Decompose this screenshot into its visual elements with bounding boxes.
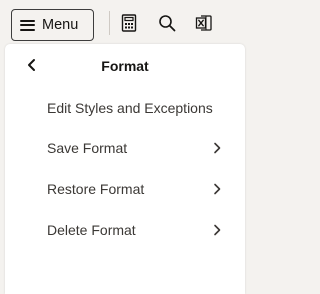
panel-title: Format [101, 58, 149, 74]
format-panel: Format Edit Styles and Exceptions Save F… [5, 44, 245, 294]
menu-item-save-format[interactable]: Save Format [5, 128, 245, 168]
chevron-right-icon [214, 183, 221, 195]
calculator-icon[interactable] [119, 13, 139, 33]
hamburger-icon [20, 19, 35, 31]
menu-item-restore-format[interactable]: Restore Format [5, 169, 245, 209]
menu-item-label: Delete Format [47, 222, 136, 238]
chevron-right-icon [214, 142, 221, 154]
menu-item-delete-format[interactable]: Delete Format [5, 210, 245, 250]
menu-item-label: Save Format [47, 140, 128, 156]
chevron-right-icon [214, 224, 221, 236]
toolbar-divider [109, 11, 110, 35]
menu-button-label: Menu [42, 17, 79, 33]
search-icon[interactable] [157, 13, 177, 33]
menu-item-label: Edit Styles and Exceptions [47, 100, 213, 116]
menu-item-edit-styles[interactable]: Edit Styles and Exceptions [5, 88, 245, 128]
toolbar: Menu [0, 0, 249, 44]
menu-button[interactable]: Menu [11, 9, 94, 41]
excel-export-icon[interactable] [194, 13, 214, 33]
menu-item-label: Restore Format [47, 181, 145, 197]
